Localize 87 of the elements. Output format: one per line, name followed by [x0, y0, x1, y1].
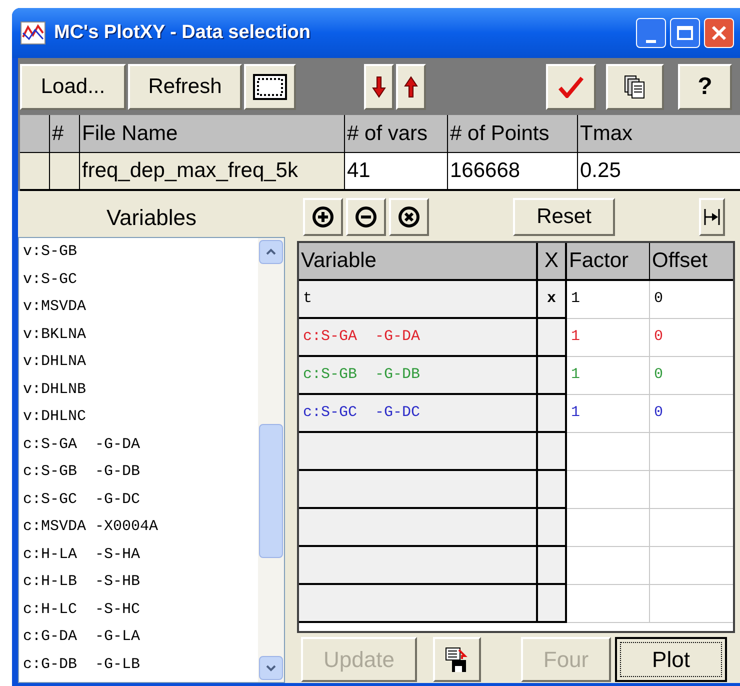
expand-button[interactable] — [699, 198, 725, 236]
refresh-button[interactable]: Refresh — [128, 64, 242, 110]
plus-circle-icon — [312, 206, 334, 228]
load-button[interactable]: Load... — [20, 64, 126, 110]
close-icon — [711, 25, 727, 41]
column-header: X — [538, 243, 567, 279]
variable-item[interactable]: v:BKLNA — [23, 320, 258, 348]
caret-up-icon — [266, 248, 276, 256]
variable-item[interactable]: v:DHLNC — [23, 403, 258, 430]
column-header: Tmax — [578, 115, 740, 152]
table-cell — [538, 395, 567, 433]
table-cell — [538, 509, 567, 547]
variable-item[interactable]: c:H-LA -S-HA — [23, 540, 258, 568]
variable-item[interactable]: c:H-LC -S-HC — [23, 596, 258, 623]
help-button[interactable]: ? — [678, 64, 732, 110]
panel-title: Variables — [105, 204, 198, 232]
table-cell — [538, 433, 567, 471]
copy-button[interactable] — [606, 64, 664, 110]
minimize-button[interactable] — [636, 18, 666, 48]
confirm-button[interactable] — [546, 64, 596, 110]
table-cell: 1 — [567, 319, 650, 357]
x-circle-icon — [398, 206, 420, 228]
table-cell: freq_dep_max_freq_5k — [80, 153, 345, 189]
variable-item[interactable]: c:H-LB -S-HB — [23, 568, 258, 596]
variable-item[interactable]: c:S-GB -G-DB — [23, 458, 258, 486]
table-cell — [538, 357, 567, 395]
table-cell — [538, 319, 567, 357]
move-up-button[interactable] — [396, 64, 426, 110]
scroll-up-button[interactable] — [259, 240, 283, 264]
close-button[interactable] — [704, 18, 734, 48]
column-header: Offset — [651, 248, 709, 274]
clear-button[interactable] — [389, 198, 429, 236]
variable-item[interactable]: v:S-GB — [23, 238, 258, 266]
table-cell-text: 0.25 — [579, 158, 622, 184]
table-cell: 0 — [650, 395, 733, 433]
table-cell: 0 — [650, 357, 733, 395]
column-header: # of Points — [448, 115, 578, 152]
minus-circle-icon — [355, 206, 377, 228]
column-header: # — [50, 115, 80, 152]
table-cell: c:S-GC -G-DC — [299, 395, 538, 433]
scroll-down-button[interactable] — [259, 656, 283, 680]
floppy-disk-icon — [445, 646, 469, 672]
variable-item[interactable]: v:S-GC — [23, 266, 258, 293]
variable-item[interactable]: c:MSVDA -X0004A — [23, 513, 258, 540]
frame-button[interactable] — [244, 64, 296, 110]
variable-item[interactable]: c:G-DA -G-LA — [23, 623, 258, 650]
variable-item[interactable]: v:MSVDA — [23, 293, 258, 320]
column-header: File Name — [80, 115, 345, 152]
column-header: Factor — [567, 243, 650, 279]
dotted-frame-icon — [253, 74, 287, 100]
table-cell: 0 — [650, 319, 733, 357]
scroll-thumb[interactable] — [259, 424, 283, 558]
variable-item[interactable]: v:DHLNB — [23, 376, 258, 403]
remove-button[interactable] — [346, 198, 386, 236]
table-cell: t — [299, 281, 538, 319]
column-header: Variable — [299, 243, 538, 279]
variable-item[interactable]: v:DHLNA — [23, 348, 258, 376]
chart-icon — [20, 21, 46, 45]
table-cell: c:S-GA -G-DA — [299, 319, 538, 357]
table-cell: c:S-GB -G-DB — [299, 357, 538, 395]
move-down-button[interactable] — [364, 64, 394, 110]
table-cell — [538, 585, 567, 623]
checkmark-icon — [558, 76, 584, 98]
add-button[interactable] — [303, 198, 343, 236]
table-cell: x — [538, 281, 567, 319]
window-title: MC's PlotXY - Data selection — [54, 20, 311, 45]
table-cell — [538, 471, 567, 509]
variable-item[interactable]: c:S-GA -G-DA — [23, 430, 258, 458]
variable-item[interactable]: c:S-GC -G-DC — [23, 486, 258, 513]
reset-button[interactable]: Reset — [513, 198, 615, 236]
maximize-button[interactable] — [670, 18, 700, 48]
down-arrow-icon — [372, 74, 386, 98]
table-cell: 1 — [567, 357, 650, 395]
column-header: # of vars — [345, 115, 448, 152]
table-cell: 1 — [567, 281, 650, 319]
table-cell: 0 — [650, 281, 733, 319]
table-cell — [538, 547, 567, 585]
caret-down-icon — [266, 664, 276, 672]
plot-button[interactable]: Plot — [615, 637, 727, 682]
variable-item[interactable]: c:G-DB -G-LB — [23, 650, 258, 678]
scrollbar[interactable] — [258, 238, 284, 682]
save-button[interactable] — [433, 637, 481, 682]
pages-icon — [624, 74, 646, 98]
table-cell: 1 — [567, 395, 650, 433]
up-arrow-icon — [404, 74, 418, 98]
table-cell: 41 — [345, 153, 448, 189]
table-cell: 166668 — [448, 153, 578, 189]
